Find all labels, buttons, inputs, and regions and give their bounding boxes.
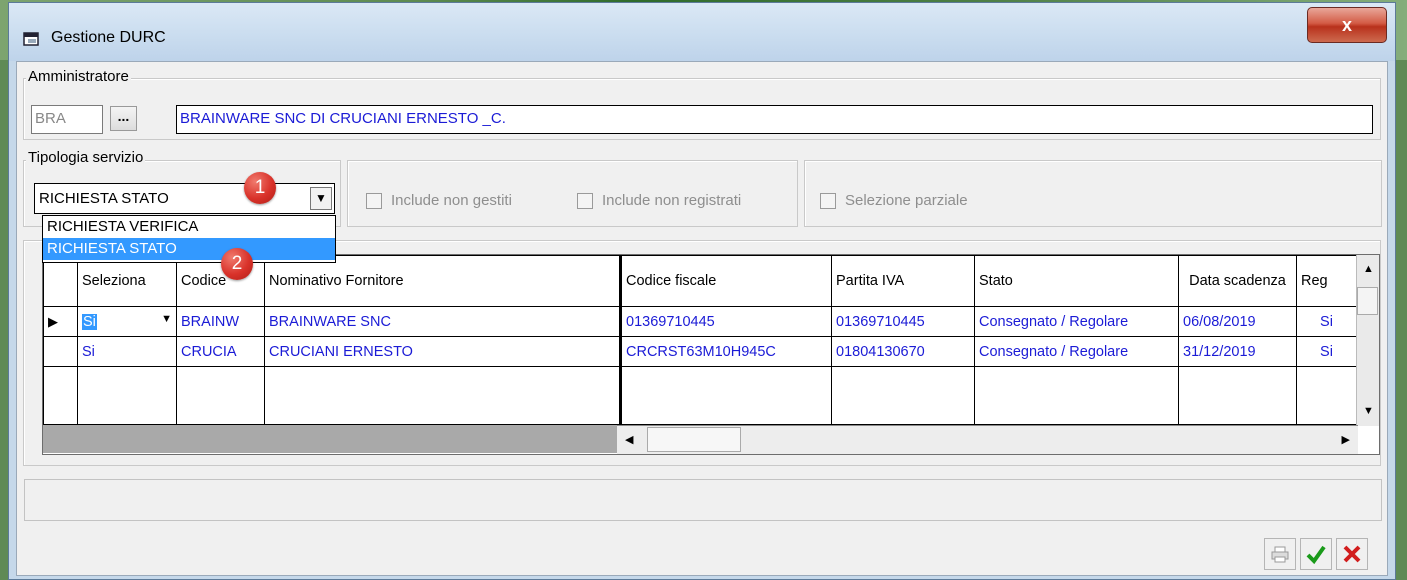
- selezione-parziale-label: Selezione parziale: [845, 192, 968, 209]
- column-header-reg[interactable]: Reg: [1296, 255, 1357, 307]
- column-header-partita-iva[interactable]: Partita IVA: [831, 255, 975, 307]
- seleziona-cell[interactable]: Si: [77, 336, 177, 367]
- title-bar[interactable]: Gestione DURC x: [9, 3, 1395, 61]
- stato-cell[interactable]: Consegnato / Regolare: [974, 306, 1179, 337]
- nominativo-cell[interactable]: CRUCIANI ERNESTO: [264, 336, 622, 367]
- column-header-codice-fiscale[interactable]: Codice fiscale: [620, 255, 832, 307]
- amministratore-code-field[interactable]: BRA: [31, 105, 103, 134]
- chevron-down-icon: ▼: [315, 191, 327, 205]
- confirm-button[interactable]: [1300, 538, 1332, 570]
- x-icon: [1343, 545, 1361, 563]
- empty-cell[interactable]: [1296, 366, 1357, 425]
- table-row-empty[interactable]: [43, 366, 1357, 425]
- selezione-parziale-checkbox[interactable]: Selezione parziale: [820, 192, 968, 209]
- row-indicator-header: [43, 255, 78, 307]
- empty-cell[interactable]: [176, 366, 265, 425]
- reg-cell[interactable]: Si: [1296, 306, 1357, 337]
- window-icon: [23, 32, 39, 46]
- data-scadenza-cell[interactable]: 06/08/2019: [1178, 306, 1297, 337]
- scroll-left-icon[interactable]: ◀: [625, 433, 633, 446]
- fornitori-table: Seleziona Codice Nominativo Fornitore Co…: [43, 255, 1357, 425]
- scroll-down-icon[interactable]: ▼: [1363, 405, 1374, 417]
- codice-cell[interactable]: BRAINW: [176, 306, 265, 337]
- checkmark-icon: [1306, 545, 1326, 565]
- empty-cell[interactable]: [831, 366, 975, 425]
- tipologia-dropdown-list[interactable]: RICHIESTA VERIFICA RICHIESTA STATO: [42, 215, 336, 263]
- printer-icon: [1271, 546, 1289, 563]
- nominativo-cell[interactable]: BRAINWARE SNC: [264, 306, 622, 337]
- chevron-down-icon[interactable]: ▼: [161, 313, 172, 325]
- reg-cell[interactable]: Si: [1296, 336, 1357, 367]
- checkbox-box: [366, 192, 382, 209]
- close-button[interactable]: x: [1307, 7, 1387, 43]
- callout-badge-1: 1: [244, 172, 276, 204]
- stato-cell[interactable]: Consegnato / Regolare: [974, 336, 1179, 367]
- tipologia-legend: Tipologia servizio: [26, 149, 146, 166]
- horizontal-scroll-thumb[interactable]: [647, 427, 741, 452]
- callout-badge-2: 2: [221, 248, 253, 280]
- amministratore-name-field[interactable]: BRAINWARE SNC DI CRUCIANI ERNESTO _C.: [176, 105, 1373, 134]
- partita-iva-cell[interactable]: 01369710445: [831, 306, 975, 337]
- include-non-gestiti-checkbox[interactable]: Include non gestiti: [366, 192, 512, 209]
- cancel-button[interactable]: [1336, 538, 1368, 570]
- current-row-arrow-icon: ▶: [48, 313, 58, 329]
- codice-fiscale-cell[interactable]: 01369710445: [620, 306, 832, 337]
- column-header-stato[interactable]: Stato: [974, 255, 1179, 307]
- print-button[interactable]: [1264, 538, 1296, 570]
- tipologia-select-value: RICHIESTA STATO: [39, 190, 169, 207]
- empty-cell[interactable]: [77, 366, 177, 425]
- column-header-nominativo[interactable]: Nominativo Fornitore: [264, 255, 622, 307]
- data-scadenza-cell[interactable]: 31/12/2019: [1178, 336, 1297, 367]
- grid-frozen-area: [43, 425, 617, 453]
- amministratore-legend: Amministratore: [26, 68, 131, 85]
- table-row[interactable]: Si CRUCIA CRUCIANI ERNESTO CRCRST63M10H9…: [43, 336, 1357, 367]
- dialog-client-area: Amministratore BRA ... BRAINWARE SNC DI …: [16, 61, 1388, 576]
- empty-cell[interactable]: [620, 366, 832, 425]
- empty-cell[interactable]: [264, 366, 622, 425]
- codice-fiscale-cell[interactable]: CRCRST63M10H945C: [620, 336, 832, 367]
- seleziona-value: Si: [82, 313, 97, 330]
- column-header-seleziona[interactable]: Seleziona: [77, 255, 177, 307]
- include-non-gestiti-label: Include non gestiti: [391, 192, 512, 209]
- dropdown-button[interactable]: ▼: [310, 187, 332, 210]
- empty-cell[interactable]: [974, 366, 1179, 425]
- vertical-scrollbar[interactable]: ▲ ▼: [1356, 255, 1379, 426]
- dialog-window: Gestione DURC x Amministratore BRA ... B…: [8, 2, 1396, 580]
- scroll-up-icon[interactable]: ▲: [1363, 263, 1374, 275]
- empty-cell[interactable]: [1178, 366, 1297, 425]
- checkbox-box: [577, 192, 593, 209]
- window-title: Gestione DURC: [51, 29, 166, 46]
- vertical-scroll-thumb[interactable]: [1357, 287, 1378, 315]
- partita-iva-cell[interactable]: 01804130670: [831, 336, 975, 367]
- codice-cell[interactable]: CRUCIA: [176, 336, 265, 367]
- row-indicator: [43, 336, 78, 367]
- scroll-right-icon[interactable]: ▶: [1342, 433, 1350, 446]
- tipologia-select[interactable]: RICHIESTA STATO ▼: [34, 183, 335, 214]
- fornitori-grid[interactable]: Seleziona Codice Nominativo Fornitore Co…: [42, 254, 1380, 455]
- seleziona-cell[interactable]: Si ▼: [77, 306, 177, 337]
- dropdown-option-richiesta-verifica[interactable]: RICHIESTA VERIFICA: [43, 216, 335, 238]
- status-bar: [24, 479, 1382, 521]
- checkbox-box: [820, 192, 836, 209]
- include-non-registrati-label: Include non registrati: [602, 192, 742, 209]
- current-row-indicator: ▶: [43, 306, 78, 337]
- row-indicator: [43, 366, 78, 425]
- amministratore-lookup-button[interactable]: ...: [110, 106, 137, 131]
- column-header-data-scadenza[interactable]: Data scadenza: [1178, 255, 1297, 307]
- table-row[interactable]: ▶ Si ▼ BRAINW BRAINWARE SNC 01369710445 …: [43, 306, 1357, 337]
- horizontal-scrollbar[interactable]: ◀ ▶: [617, 425, 1358, 454]
- dropdown-option-richiesta-stato[interactable]: RICHIESTA STATO: [43, 238, 335, 260]
- include-non-registrati-checkbox[interactable]: Include non registrati: [577, 192, 741, 209]
